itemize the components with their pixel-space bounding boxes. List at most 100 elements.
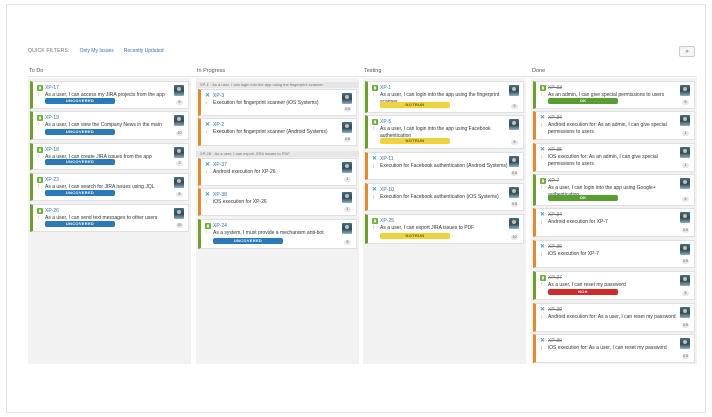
- test-status-badge: UNCOVERED: [45, 159, 115, 165]
- issue-card[interactable]: ▮ ↑ XP-25 As a user, I can export JIRA issu…: [365, 214, 524, 244]
- issue-card[interactable]: ▮ ↑ XP-33 As an admin, I can give special p…: [533, 81, 695, 109]
- issue-key[interactable]: XP-34: [548, 115, 562, 121]
- issue-card[interactable]: ✕ ↑ XP-30 iOS execution for: As a user, I c…: [533, 334, 695, 363]
- issue-card[interactable]: ✕ ↑ XP-35 iOS execution for: As an admin, I…: [533, 143, 695, 172]
- issue-card[interactable]: ▮ ↑ XP-27 As a user, I can reset my passwor…: [533, 271, 695, 300]
- issue-card[interactable]: ✕ ↑ XP-36 iOS execution for XP-7 0.5: [533, 240, 695, 268]
- issue-key[interactable]: XP-34: [548, 212, 562, 218]
- user-avatar[interactable]: [174, 177, 184, 188]
- estimate-badge: 0.5: [682, 228, 689, 233]
- filter-only-my-issues[interactable]: Only My Issues: [80, 48, 114, 54]
- user-avatar[interactable]: [680, 178, 690, 189]
- issue-card[interactable]: ▮ ↑ XP-24 As a system, I must provide a mec…: [198, 219, 357, 249]
- issue-key[interactable]: XP-33: [548, 85, 562, 91]
- user-avatar[interactable]: [342, 192, 352, 203]
- issue-key[interactable]: XP-17: [45, 85, 59, 91]
- issue-card[interactable]: ▮ ↑ XP-18 As a user, I can create JIRA issu…: [30, 143, 189, 170]
- issue-card[interactable]: ✕ ↑ XP-34 Android execution for: As an admi…: [533, 111, 695, 140]
- user-avatar[interactable]: [509, 187, 519, 198]
- user-avatar[interactable]: [174, 208, 184, 219]
- issue-card[interactable]: ▮ ↑ XP-5 As a user, I can login into the ap…: [365, 115, 524, 149]
- user-avatar[interactable]: [680, 212, 690, 223]
- issue-card[interactable]: ▮ ↑ XP-23 As a user, I can search for JIRA …: [30, 173, 189, 201]
- user-avatar[interactable]: [509, 119, 519, 130]
- estimate-badge: 0.5: [511, 171, 518, 176]
- estimate-badge: 5: [344, 240, 351, 245]
- estimate-badge: 5: [511, 140, 518, 145]
- filter-recently-updated[interactable]: Recently Updated: [124, 48, 164, 54]
- issue-card[interactable]: ▮ ↑ XP-19 As a user, I can view the Company…: [30, 111, 189, 140]
- user-avatar[interactable]: [680, 244, 690, 255]
- issue-key[interactable]: XP-26: [45, 208, 59, 214]
- issue-summary: Execution for fingerprint scanner (iOS S…: [213, 100, 319, 106]
- test-execution-icon: ✕: [205, 93, 211, 99]
- issue-card[interactable]: ✕ ↑ XP-10 Execution for Facebook authentica…: [365, 183, 524, 211]
- story-icon: ▮: [37, 85, 43, 91]
- user-avatar[interactable]: [342, 122, 352, 133]
- user-avatar[interactable]: [680, 115, 690, 126]
- issue-key[interactable]: XP-35: [548, 147, 562, 153]
- quick-filters-label: QUICK FILTERS:: [28, 48, 70, 54]
- user-avatar[interactable]: [174, 115, 184, 126]
- user-avatar[interactable]: [509, 85, 519, 96]
- issue-key[interactable]: XP-11: [380, 156, 394, 162]
- issue-key[interactable]: XP-7: [548, 178, 559, 184]
- issue-key[interactable]: XP-25: [380, 218, 394, 224]
- issue-card[interactable]: ✕ ↑ XP-37 Android execution for XP-26 1: [198, 158, 357, 186]
- issue-key[interactable]: XP-10: [380, 187, 394, 193]
- user-avatar[interactable]: [680, 275, 690, 286]
- issue-card[interactable]: ✕ ↑ XP-11 Execution for Facebook authentica…: [365, 152, 524, 180]
- issue-key[interactable]: XP-30: [548, 338, 562, 344]
- issue-key[interactable]: XP-27: [548, 275, 562, 281]
- story-icon: ▮: [372, 218, 378, 224]
- issue-key[interactable]: XP-23: [45, 177, 59, 183]
- priority-up-icon: ↑: [37, 92, 40, 98]
- issue-key[interactable]: XP-5: [380, 119, 391, 125]
- priority-up-icon: ↑: [540, 220, 543, 226]
- issue-card[interactable]: ▮ ↑ XP-1 As a user, I can login into the ap…: [365, 81, 524, 113]
- collapse-columns-button[interactable]: »: [679, 46, 695, 57]
- issue-key[interactable]: XP-19: [45, 115, 59, 121]
- user-avatar[interactable]: [342, 93, 352, 104]
- parent-group-header[interactable]: XP-1 · As a user, I can login into the a…: [196, 82, 359, 88]
- issue-key[interactable]: XP-3: [213, 93, 224, 99]
- estimate-badge: 0.5: [511, 202, 518, 207]
- issue-card[interactable]: ▮ ↑ XP-26 As a user, I can send text messag…: [30, 204, 189, 232]
- user-avatar[interactable]: [342, 223, 352, 234]
- issue-key[interactable]: XP-29: [548, 307, 562, 313]
- user-avatar[interactable]: [680, 147, 690, 158]
- test-execution-icon: ✕: [540, 212, 546, 218]
- user-avatar[interactable]: [509, 218, 519, 229]
- priority-up-icon: ↑: [205, 101, 208, 107]
- parent-group-header[interactable]: XP-28 · As a user, I can export JIRA iss…: [196, 151, 359, 157]
- user-avatar[interactable]: [342, 162, 352, 173]
- issue-key[interactable]: XP-38: [213, 192, 227, 198]
- user-avatar[interactable]: [174, 85, 184, 96]
- issue-key[interactable]: XP-24: [213, 223, 227, 229]
- priority-up-icon: ↑: [372, 92, 375, 98]
- issue-card[interactable]: ▮ ↑ XP-7 As a user, I can login into the ap…: [533, 174, 695, 206]
- column-header-done: Done: [532, 68, 546, 74]
- issue-card[interactable]: ✕ ↑ XP-34 Android execution for XP-7 0.5: [533, 208, 695, 237]
- user-avatar[interactable]: [680, 307, 690, 318]
- user-avatar[interactable]: [680, 338, 690, 349]
- issue-key[interactable]: XP-18: [45, 147, 59, 153]
- issue-key[interactable]: XP-37: [213, 162, 227, 168]
- issue-key[interactable]: XP-2: [213, 122, 224, 128]
- issue-card[interactable]: ✕ ↑ XP-2 Execution for fingerprint scanner …: [198, 118, 357, 146]
- priority-up-icon: ↑: [540, 92, 543, 98]
- issue-card[interactable]: ✕ ↑ XP-3 Execution for fingerprint scanner …: [198, 89, 357, 116]
- user-avatar[interactable]: [509, 156, 519, 167]
- issue-key[interactable]: XP-36: [548, 244, 562, 250]
- issue-card[interactable]: ✕ ↑ XP-29 Android execution for: As a user,…: [533, 303, 695, 332]
- column-header-in-progress: In Progress: [197, 68, 226, 74]
- user-avatar[interactable]: [680, 85, 690, 96]
- test-status-badge: UNCOVERED: [45, 190, 115, 196]
- user-avatar[interactable]: [174, 147, 184, 158]
- estimate-badge: 0.5: [682, 259, 689, 264]
- issue-key[interactable]: XP-1: [380, 85, 391, 91]
- priority-up-icon: ↑: [540, 282, 543, 288]
- estimate-badge: 10: [176, 131, 183, 136]
- issue-card[interactable]: ✕ ↑ XP-38 iOS execution for XP-26 1: [198, 188, 357, 216]
- issue-card[interactable]: ▮ ↑ XP-17 As a user, I can access my JIRA p…: [30, 81, 189, 109]
